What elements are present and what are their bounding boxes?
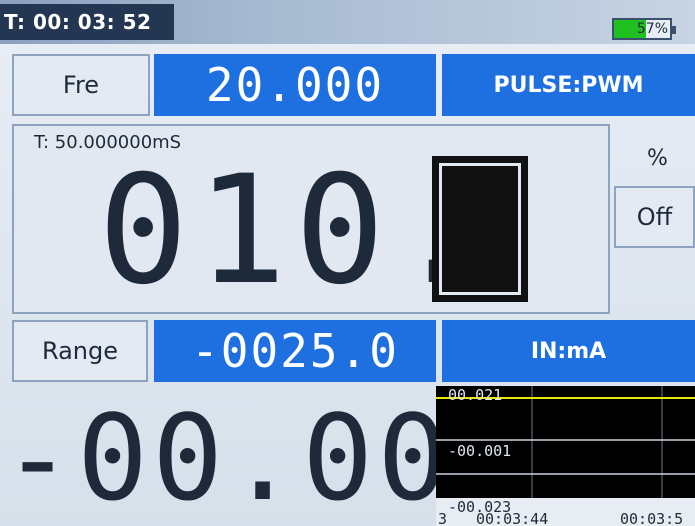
- chart-y-label-middle: -00.001: [448, 442, 512, 460]
- output-state-label: Off: [636, 203, 673, 231]
- battery-percent: 57%: [636, 21, 668, 37]
- instrument-screen: T: 00: 03: 52 57% Fre 20.000 PULSE:PWM T…: [0, 0, 695, 526]
- output-mode-label: PULSE:PWM: [493, 72, 644, 98]
- trend-chart: 00.021 -00.001 -00.023 3 00:03:44 00:03:…: [436, 386, 695, 526]
- battery-indicator: 57%: [612, 18, 676, 40]
- range-value: -0025.0: [191, 324, 399, 378]
- frequency-label: Fre: [62, 71, 100, 99]
- range-value-field[interactable]: -0025.0: [154, 320, 436, 382]
- input-mode-button[interactable]: IN:mA: [442, 320, 695, 382]
- status-bar: T: 00: 03: 52 57%: [0, 0, 695, 44]
- frequency-value-field[interactable]: 20.000: [154, 54, 436, 116]
- output-toggle-button[interactable]: Off: [614, 186, 695, 248]
- main-readout-panel: T: 50.000000mS 010.: [12, 124, 610, 316]
- input-mode-label: IN:mA: [530, 338, 607, 364]
- unit-label: %: [647, 145, 668, 171]
- battery-tip-icon: [672, 26, 676, 34]
- output-mode-button[interactable]: PULSE:PWM: [442, 54, 695, 116]
- edit-cursor-digit[interactable]: [432, 156, 528, 302]
- frequency-label-button[interactable]: Fre: [12, 54, 150, 116]
- chart-x-label-end: 00:03:5: [620, 510, 684, 526]
- elapsed-timer: T: 00: 03: 52: [0, 4, 174, 40]
- frequency-value: 20.000: [205, 58, 385, 112]
- chart-axis-strip: -00.023 3 00:03:44 00:03:5: [436, 498, 695, 526]
- measured-value: -00.00 (: [2, 389, 436, 526]
- range-label: Range: [41, 337, 119, 365]
- unit-display: %: [620, 140, 695, 176]
- chart-y-label-top: 00.021: [448, 386, 503, 404]
- chart-x-edge-label: 3: [438, 510, 448, 526]
- range-label-button[interactable]: Range: [12, 320, 148, 382]
- chart-x-label-start: 00:03:44: [476, 510, 549, 526]
